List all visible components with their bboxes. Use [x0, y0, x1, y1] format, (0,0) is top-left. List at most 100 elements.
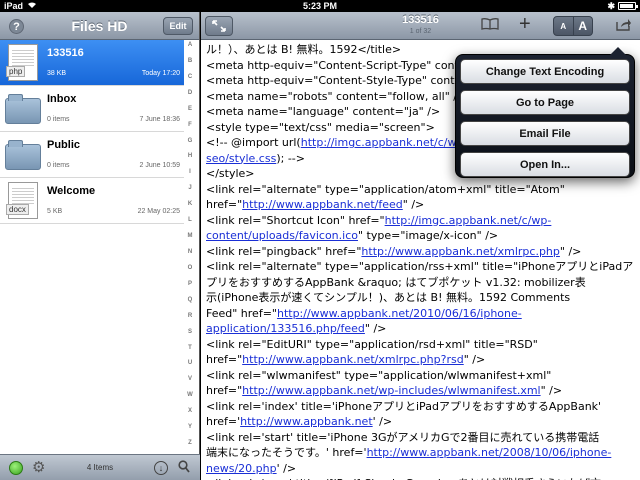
text-line: <link rel='prev' title='[iPad] Simply Go… — [206, 476, 640, 480]
text-segment: href=" — [206, 353, 243, 366]
go-to-page-button[interactable]: Go to Page — [460, 90, 630, 115]
increase-text-size-button[interactable]: A — [573, 16, 593, 36]
text-segment: href=' — [206, 415, 241, 428]
text-line: application/133516.php/feed" /> — [206, 321, 640, 337]
text-segment: " /> — [559, 244, 582, 258]
text-segment: " /> — [402, 198, 425, 211]
url-link[interactable]: http://www.appbank.net/xmlrpc.php — [361, 245, 559, 258]
index-letter[interactable]: S — [188, 329, 192, 335]
text-line: <link rel="Shortcut Icon" href="http://i… — [206, 213, 640, 229]
file-name: Welcome — [47, 185, 96, 197]
bookmarks-icon[interactable] — [481, 18, 499, 33]
url-link[interactable]: http://www.appbank.net/2008/10/06/iphone… — [367, 446, 612, 459]
text-segment: Feed" href=" — [206, 306, 277, 320]
index-letter[interactable]: D — [188, 90, 192, 96]
file-size: 38 KB — [47, 70, 67, 77]
text-segment: <meta http-equiv="Content-Script-Type" c… — [206, 58, 459, 72]
status-time: 5:23 PM — [302, 1, 337, 11]
text-segment: " type="image/x-icon" /> — [357, 229, 499, 242]
index-letter[interactable]: K — [188, 201, 192, 207]
url-link[interactable]: news/20.php — [206, 462, 277, 475]
file-size: 0 items — [47, 162, 70, 169]
url-link[interactable]: application/133516.php/feed — [206, 322, 365, 335]
index-letter[interactable]: V — [188, 376, 192, 382]
text-segment: <link rel="EditURI" type="application/rs… — [206, 337, 538, 351]
text-line: href="http://www.appbank.net/feed" /> — [206, 197, 640, 213]
index-letter[interactable]: I — [189, 169, 191, 175]
url-link[interactable]: http://www.appbank.net/feed — [242, 198, 403, 211]
index-letter[interactable]: G — [188, 138, 193, 144]
index-letter[interactable]: M — [188, 233, 193, 239]
index-letter[interactable]: R — [188, 313, 192, 319]
open-in-button[interactable]: Open In... — [460, 152, 630, 177]
text-segment: href=" — [206, 384, 243, 397]
index-letter[interactable]: W — [187, 392, 193, 398]
index-letter[interactable]: Z — [188, 440, 192, 446]
index-letter[interactable]: X — [188, 408, 192, 414]
text-segment: 示(iPhone表示が速くてシンプル！)、あとは B! 無料。1592 Comm… — [206, 291, 571, 304]
url-link[interactable]: http://www.appbank.net — [240, 415, 373, 428]
text-line: <link rel="alternate" type="application/… — [206, 259, 640, 275]
index-letter[interactable]: U — [188, 360, 192, 366]
text-segment: ' /> — [276, 461, 297, 475]
email-file-button[interactable]: Email File — [460, 121, 630, 146]
text-line: プリをおすすめするAppBank &raquo; はてブポケット v1.32: … — [206, 275, 640, 291]
url-link[interactable]: content/uploads/favicon.ico — [206, 229, 358, 242]
text-line: <link rel='index' title='iPhoneアプリとiPadア… — [206, 399, 640, 415]
index-letter[interactable]: C — [188, 74, 192, 80]
sidebar-toolbar: ⚙ 4 Items ↓ — [0, 454, 200, 480]
index-letter[interactable]: E — [188, 106, 192, 112]
folder-icon — [5, 136, 41, 173]
status-bar: iPad 5:23 PM ✱ — [0, 0, 640, 12]
viewer-navbar: 133516 1 of 32 + A A — [201, 12, 640, 40]
edit-button[interactable]: Edit — [163, 17, 193, 35]
file-size: 0 items — [47, 116, 70, 123]
sidebar-title: Files HD — [71, 17, 128, 34]
index-letter[interactable]: H — [188, 153, 192, 159]
index-letter[interactable]: L — [188, 217, 192, 223]
url-link[interactable]: http://imgc.appbank.net/c/wp- — [385, 214, 552, 227]
text-segment: ル！）、あとは B! 無料。1592</title> — [206, 43, 402, 56]
index-letter[interactable]: Q — [188, 297, 193, 303]
text-segment: ' /> — [372, 415, 393, 428]
index-letter[interactable]: T — [188, 345, 192, 351]
help-button[interactable]: ? — [9, 19, 24, 34]
text-segment: " /> — [540, 384, 563, 397]
text-line: <link rel="alternate" type="application/… — [206, 182, 640, 198]
share-icon[interactable] — [616, 18, 632, 34]
index-letter[interactable]: J — [188, 185, 191, 191]
file-extension-label: docx — [6, 204, 29, 215]
text-size-control: A A — [553, 16, 593, 36]
index-letter[interactable]: O — [188, 265, 193, 271]
file-row[interactable]: Public 0 items 2 June 10:59 — [0, 132, 184, 178]
alphabet-index[interactable]: ABCDEFGHIJKLMNOPQRSTUVWXYZ# — [183, 42, 197, 462]
decrease-text-size-button[interactable]: A — [553, 16, 574, 36]
text-line: news/20.php' /> — [206, 461, 640, 477]
url-link[interactable]: http://www.appbank.net/wp-includes/wlwma… — [242, 384, 540, 397]
text-segment: <!-- @import url( — [206, 136, 301, 149]
url-link[interactable]: http://imgc.appbank.net/c/wp — [301, 136, 464, 149]
file-row[interactable]: php 133516 38 KB Today 17:20 — [0, 40, 184, 86]
text-line: href="http://www.appbank.net/xmlrpc.php?… — [206, 352, 640, 368]
index-letter[interactable]: N — [188, 249, 192, 255]
change-text-encoding-button[interactable]: Change Text Encoding — [460, 59, 630, 84]
add-icon[interactable]: + — [519, 13, 531, 36]
file-date: 2 June 10:59 — [139, 162, 180, 169]
file-row[interactable]: Inbox 0 items 7 June 18:36 — [0, 86, 184, 132]
download-icon[interactable]: ↓ — [154, 461, 168, 475]
index-letter[interactable]: B — [188, 58, 192, 64]
sidebar-navbar: ? Files HD Edit — [0, 12, 199, 40]
url-link[interactable]: http://www.appbank.net/xmlrpc.php?rsd — [242, 353, 464, 366]
text-line: 示(iPhone表示が速くてシンプル！)、あとは B! 無料。1592 Comm… — [206, 290, 640, 306]
file-row[interactable]: docx Welcome 5 KB 22 May 02:25 — [0, 178, 184, 224]
index-letter[interactable]: P — [188, 281, 192, 287]
index-letter[interactable]: A — [188, 42, 192, 48]
url-link[interactable]: http://www.appbank.net/2010/06/16/iphone… — [277, 307, 522, 320]
file-name: Inbox — [47, 93, 77, 105]
document-icon: docx — [5, 182, 41, 219]
text-segment: <link rel="Shortcut Icon" href=" — [206, 213, 385, 227]
index-letter[interactable]: Y — [188, 424, 192, 430]
search-icon[interactable] — [178, 460, 190, 476]
index-letter[interactable]: F — [188, 122, 192, 128]
url-link[interactable]: seo/style.css — [206, 152, 276, 165]
